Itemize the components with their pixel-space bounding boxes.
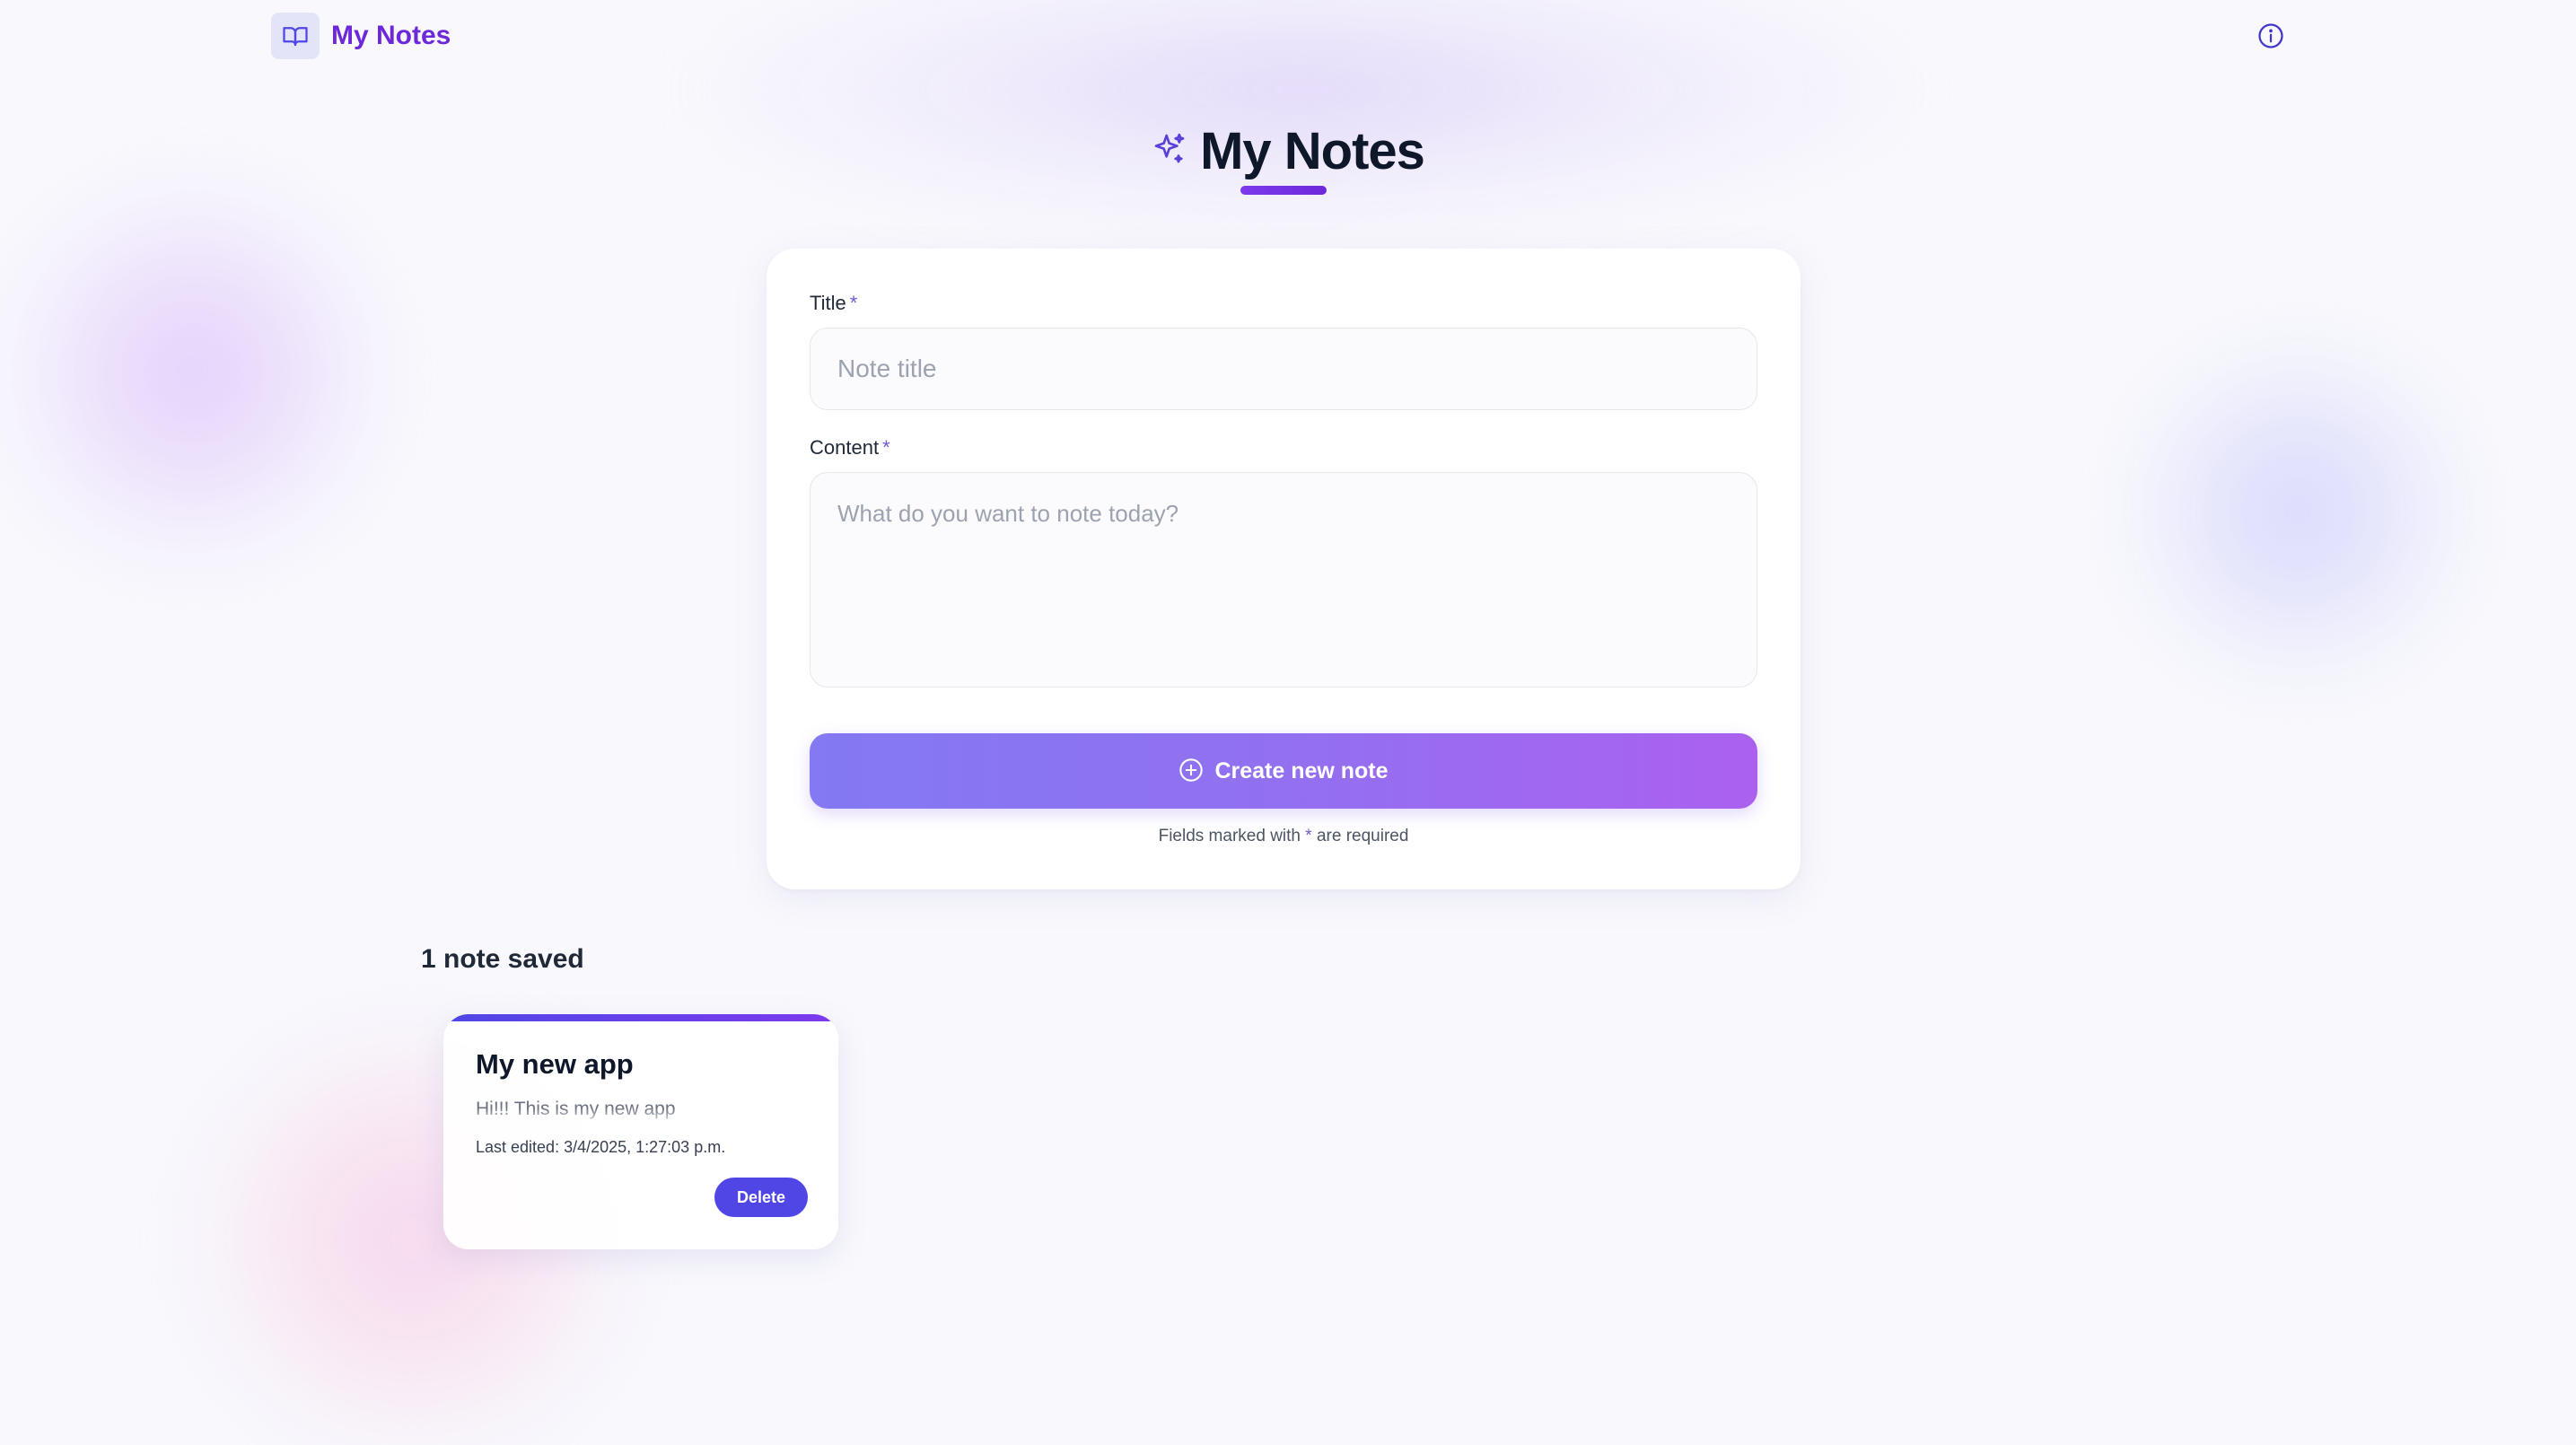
create-note-button[interactable]: Create new note: [810, 733, 1757, 809]
app-header: My Notes: [271, 13, 451, 59]
background-glow-right: [2127, 341, 2468, 682]
background-glow-left: [0, 180, 386, 565]
required-marker: *: [849, 292, 858, 314]
brand-name[interactable]: My Notes: [331, 21, 451, 51]
page-title: My Notes: [1200, 121, 1425, 180]
content-label: Content *: [810, 436, 890, 460]
title-underline: [1240, 186, 1327, 195]
title-input[interactable]: [810, 328, 1757, 410]
page-heading: My Notes: [0, 115, 2576, 187]
delete-note-button[interactable]: Delete: [714, 1178, 808, 1217]
note-form: Title* Content* Create new note Fields m…: [767, 249, 1801, 889]
required-fields-hint: Fields marked with * are required: [767, 827, 1801, 846]
create-note-label: Create new note: [1214, 758, 1389, 784]
content-textarea[interactable]: [810, 472, 1757, 687]
content-label-text: Content: [810, 436, 880, 459]
hint-prefix: Fields marked with: [1158, 827, 1301, 845]
book-open-icon[interactable]: [271, 13, 320, 59]
note-body: Hi!!! This is my new app: [476, 1099, 676, 1119]
hint-star: *: [1305, 827, 1312, 845]
note-title: My new app: [476, 1048, 634, 1080]
hint-suffix: are required: [1316, 827, 1409, 845]
plus-circle-icon: [1178, 758, 1204, 785]
note-card[interactable]: My new app Hi!!! This is my new app Last…: [443, 1014, 838, 1249]
note-last-edited: Last edited: 3/4/2025, 1:27:03 p.m.: [476, 1138, 726, 1156]
sparkles-icon: [1152, 131, 1187, 171]
title-label-text: Title: [810, 292, 846, 314]
title-label: Title *: [810, 292, 857, 315]
info-circle-icon[interactable]: [2256, 22, 2285, 50]
required-marker: *: [882, 436, 890, 459]
note-card-accent: [443, 1014, 838, 1021]
notes-count: 1 note saved: [421, 944, 584, 974]
